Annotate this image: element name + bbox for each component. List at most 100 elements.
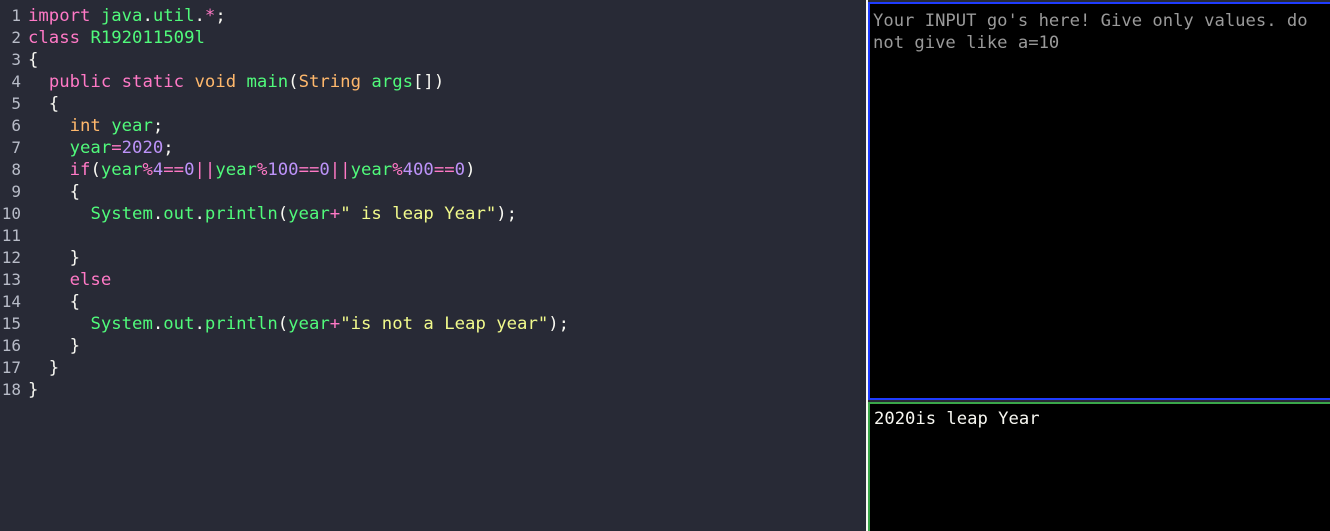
- code-token: int: [69, 116, 101, 136]
- code-token: year: [111, 116, 153, 136]
- code-token: ;: [163, 138, 174, 158]
- code-token: 0: [319, 160, 330, 180]
- code-token: %: [142, 160, 153, 180]
- code-token: );: [496, 204, 518, 224]
- code-token: year: [215, 160, 257, 180]
- code-token: year: [100, 160, 143, 180]
- code-text: else: [28, 269, 112, 291]
- code-token: void: [194, 72, 237, 92]
- code-token: " is leap Year": [340, 204, 497, 224]
- code-token: }: [28, 248, 81, 268]
- online-java-compiler: 1 import java.util.*; 2 class R192011509l 3{…: [0, 0, 1330, 531]
- code-token: 0: [184, 160, 195, 180]
- code-token: }: [28, 336, 81, 356]
- line-number: 3: [11, 50, 21, 69]
- code-token: =: [111, 138, 122, 158]
- code-text: year=2020;: [28, 137, 174, 159]
- code-text: System.out.println(year+" is leap Year")…: [28, 203, 517, 225]
- code-token: {: [28, 50, 39, 70]
- code-token: *: [204, 6, 216, 26]
- code-token: year: [288, 204, 330, 224]
- code-token: %: [392, 160, 403, 180]
- code-text: {: [28, 181, 80, 203]
- code-token: args: [371, 72, 414, 92]
- code-token: year: [288, 314, 330, 334]
- code-token: "is not a Leap year": [340, 314, 549, 334]
- code-token: 0: [454, 160, 466, 180]
- code-text: {: [28, 93, 59, 115]
- line-number: 2: [11, 28, 21, 47]
- code-token: .: [152, 314, 164, 334]
- code-text: System.out.println(year+"is not a Leap y…: [28, 313, 569, 335]
- code-token: {: [28, 182, 81, 202]
- code-token: []): [413, 72, 445, 92]
- line-number: 9: [11, 182, 21, 201]
- code-token: year: [350, 160, 393, 180]
- line-number: 11: [1, 226, 21, 245]
- code-editor[interactable]: 1 import java.util.*; 2 class R192011509l 3{…: [0, 0, 866, 531]
- code-text: int year;: [28, 115, 164, 137]
- code-token: year: [69, 138, 112, 158]
- code-text: }: [28, 357, 59, 379]
- code-token: static: [121, 72, 185, 92]
- code-token: ;: [215, 6, 226, 26]
- line-number: 1: [11, 6, 21, 25]
- code-token: %: [256, 160, 268, 180]
- line-number: 17: [1, 358, 21, 377]
- code-token: .: [152, 204, 164, 224]
- code-text: public static void main(String args[]): [28, 71, 444, 93]
- line-number: 4: [11, 72, 21, 91]
- line-number: 15: [1, 314, 21, 333]
- stdin-input[interactable]: [872, 6, 1328, 396]
- code-token: +: [329, 204, 341, 224]
- code-token: util: [152, 6, 195, 26]
- code-token: else: [69, 270, 112, 290]
- line-number: 12: [1, 248, 21, 267]
- code-token: class: [28, 28, 81, 48]
- code-token: System: [90, 204, 153, 224]
- code-token: {: [28, 94, 60, 114]
- code-token: if: [69, 160, 91, 180]
- code-token: }: [28, 358, 60, 378]
- code-token: ==: [298, 160, 320, 180]
- code-token: 4: [152, 160, 164, 180]
- code-token: import: [28, 6, 91, 26]
- code-token: public: [48, 72, 112, 92]
- code-token: (: [90, 160, 101, 180]
- line-number: 13: [1, 270, 21, 289]
- line-number: 16: [1, 336, 21, 355]
- code-token: String: [298, 72, 361, 92]
- line-number: 10: [1, 204, 21, 223]
- code-token: 2020: [121, 138, 164, 158]
- code-token: }: [28, 380, 39, 400]
- code-token: out: [163, 314, 195, 334]
- code-token: .: [142, 6, 153, 26]
- code-token: +: [329, 314, 341, 334]
- input-pane: [868, 2, 1330, 400]
- code-token: ||: [329, 160, 351, 180]
- code-text: }: [28, 335, 80, 357]
- code-text: }: [28, 247, 80, 269]
- code-token: R192011509l: [90, 28, 205, 48]
- code-token: .: [194, 314, 205, 334]
- code-token: );: [548, 314, 570, 334]
- code-token: 400: [402, 160, 434, 180]
- line-number: 8: [11, 160, 21, 179]
- code-text: {: [28, 291, 80, 313]
- code-token: 100: [267, 160, 299, 180]
- program-output: 2020is leap Year: [874, 409, 1040, 429]
- code-token: ==: [433, 160, 455, 180]
- code-token: .: [194, 6, 205, 26]
- line-number: 5: [11, 94, 21, 113]
- code-token: println: [204, 314, 278, 334]
